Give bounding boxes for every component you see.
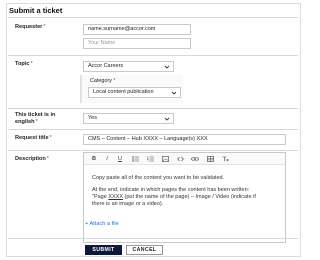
description-paragraph-2: At the end, indicate in which pages the … <box>92 187 256 207</box>
request-title-field[interactable]: CMS – Content – Hub XXXX – Language(s) X… <box>83 134 286 145</box>
requester-label: Requester* <box>15 24 46 30</box>
code-icon <box>176 156 184 162</box>
image-icon <box>161 156 169 162</box>
description-editor[interactable]: B I U Copy paste all of the content you … <box>83 152 286 243</box>
divider <box>8 108 298 109</box>
bold-button[interactable]: B <box>89 155 99 163</box>
topic-label: Topic* <box>15 61 33 67</box>
divider <box>8 129 298 130</box>
submit-button[interactable]: SUBMIT <box>85 245 122 255</box>
request-title-label: Request title* <box>15 135 52 141</box>
chevron-down-icon <box>164 65 170 69</box>
table-button[interactable] <box>205 155 215 163</box>
requester-email-field[interactable]: name.surname@accor.com <box>83 24 191 35</box>
attach-file-link[interactable]: + Attach a file <box>85 221 119 227</box>
divider <box>8 55 298 56</box>
numbered-list-button[interactable] <box>145 155 155 163</box>
topic-select[interactable]: Accor Careers <box>83 61 174 72</box>
clear-format-icon <box>222 156 229 162</box>
category-select-value: Local content publication <box>93 89 154 95</box>
chevron-down-icon <box>171 91 177 95</box>
italic-button[interactable]: I <box>102 155 112 163</box>
description-label: Description* <box>15 156 49 162</box>
requester-name-field[interactable]: Your Name <box>83 38 191 49</box>
category-subpanel: Category * Local content publication <box>80 75 183 103</box>
english-label: This ticket is in english* <box>15 112 56 125</box>
english-select-value: Yes <box>88 115 97 121</box>
clear-format-button[interactable] <box>220 155 230 163</box>
divider <box>8 150 298 151</box>
underline-button[interactable]: U <box>115 155 125 163</box>
image-button[interactable] <box>160 155 170 163</box>
page-title: Submit a ticket <box>9 6 63 15</box>
cancel-button[interactable]: CANCEL <box>126 245 163 255</box>
link-icon <box>191 157 199 161</box>
category-select[interactable]: Local content publication <box>88 87 181 98</box>
bulleted-list-button[interactable] <box>130 155 140 163</box>
bulleted-list-icon <box>131 156 139 162</box>
topic-select-value: Accor Careers <box>88 63 124 69</box>
title-divider <box>8 17 298 18</box>
numbered-list-icon <box>146 156 154 162</box>
description-paragraph-1: Copy paste all of the content you want t… <box>92 175 225 181</box>
category-label: Category * <box>90 78 116 84</box>
divider <box>8 238 298 239</box>
link-button[interactable] <box>190 155 200 163</box>
code-button[interactable] <box>175 155 185 163</box>
table-icon <box>206 156 214 162</box>
chevron-down-icon <box>164 117 170 121</box>
english-select[interactable]: Yes <box>83 113 174 124</box>
editor-toolbar: B I U <box>84 153 285 165</box>
